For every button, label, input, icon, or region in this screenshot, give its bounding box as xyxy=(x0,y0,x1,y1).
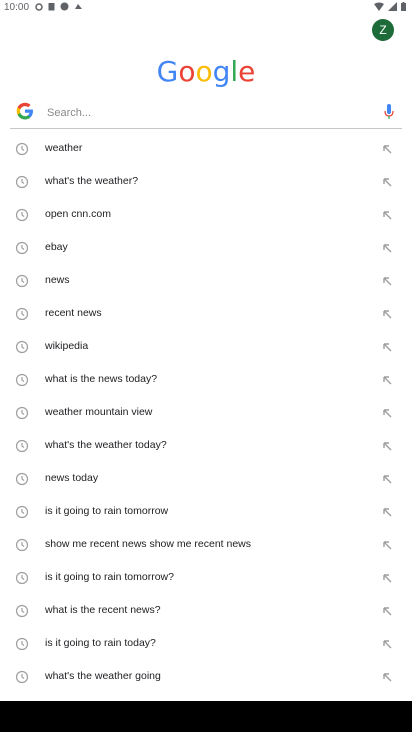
account-avatar[interactable]: Z xyxy=(372,19,394,41)
history-clock-icon xyxy=(15,406,29,420)
settings-notification-icon xyxy=(35,2,43,11)
suggestion-item[interactable]: is it going to rain today? xyxy=(0,628,412,661)
status-bar: 10:00 xyxy=(0,0,412,16)
logo-letter: l xyxy=(230,55,239,88)
history-clock-icon xyxy=(15,175,29,189)
arrow-up-left-icon[interactable] xyxy=(380,406,394,420)
history-clock-icon xyxy=(15,340,29,354)
suggestion-label: is it going to rain today? xyxy=(45,637,156,649)
suggestion-label: what is the news today? xyxy=(45,373,158,385)
suggestion-label: recent news xyxy=(45,307,102,319)
suggestion-label: what's the weather going xyxy=(45,670,161,682)
suggestion-item[interactable]: ebay xyxy=(0,232,412,265)
suggestion-item[interactable]: what's the weather going xyxy=(0,661,412,694)
suggestion-label: open cnn.com xyxy=(45,208,111,220)
history-clock-icon xyxy=(15,538,29,552)
history-clock-icon xyxy=(15,439,29,453)
history-clock-icon xyxy=(15,571,29,585)
suggestion-label: is it going to rain tomorrow? xyxy=(45,571,174,583)
arrow-up-left-icon[interactable] xyxy=(380,604,394,618)
suggestion-label: show me recent news show me recent news xyxy=(45,538,252,550)
arrow-up-left-icon[interactable] xyxy=(380,142,394,156)
system-icons xyxy=(374,2,406,11)
suggestion-item[interactable]: wikipedia xyxy=(0,331,412,364)
arrow-up-left-icon[interactable] xyxy=(380,274,394,288)
clipboard-notification-icon xyxy=(48,3,55,11)
arrow-up-left-icon[interactable] xyxy=(380,637,394,651)
google-logo: Google xyxy=(0,55,412,88)
history-clock-icon xyxy=(15,505,29,519)
logo-letter: e xyxy=(238,55,256,88)
history-clock-icon xyxy=(15,208,29,222)
arrow-up-left-icon[interactable] xyxy=(380,538,394,552)
suggestion-label: weather mountain view xyxy=(45,406,153,418)
suggestion-label: what is the recent news? xyxy=(45,604,161,616)
suggestion-label: ebay xyxy=(45,241,68,253)
suggestion-label: news xyxy=(45,274,70,286)
arrow-up-left-icon[interactable] xyxy=(380,307,394,321)
suggestion-item[interactable]: is it going to rain tomorrow xyxy=(0,496,412,529)
notification-icons xyxy=(35,2,83,11)
arrow-up-left-icon[interactable] xyxy=(380,241,394,255)
history-clock-icon xyxy=(15,637,29,651)
history-clock-icon xyxy=(15,274,29,288)
arrow-up-left-icon[interactable] xyxy=(380,208,394,222)
suggestion-item[interactable]: what's the weather? xyxy=(0,166,412,199)
suggestion-item[interactable]: show me recent news show me recent news xyxy=(0,529,412,562)
search-input[interactable] xyxy=(45,100,369,126)
suggestion-item[interactable]: weather mountain view xyxy=(0,397,412,430)
logo-letter: g xyxy=(212,55,231,88)
suggestion-list: weather what's the weather? open cnn.com… xyxy=(0,133,412,694)
suggestion-item[interactable]: open cnn.com xyxy=(0,199,412,232)
suggestion-label: news today xyxy=(45,472,99,484)
cloud-notification-icon xyxy=(75,4,82,9)
suggestion-label: what's the weather? xyxy=(45,175,139,187)
suggestion-label: is it going to rain tomorrow xyxy=(45,505,169,517)
suggestion-item[interactable]: news xyxy=(0,265,412,298)
history-clock-icon xyxy=(15,670,29,684)
signal-icon xyxy=(388,2,397,11)
suggestion-item[interactable]: what is the news today? xyxy=(0,364,412,397)
suggestion-item[interactable]: what is the recent news? xyxy=(0,595,412,628)
battery-icon xyxy=(401,2,406,11)
arrow-up-left-icon[interactable] xyxy=(380,571,394,585)
wifi-icon xyxy=(374,2,384,11)
arrow-up-left-icon[interactable] xyxy=(380,670,394,684)
history-clock-icon xyxy=(15,604,29,618)
suggestion-item[interactable]: what's the weather today? xyxy=(0,430,412,463)
arrow-up-left-icon[interactable] xyxy=(380,373,394,387)
arrow-up-left-icon[interactable] xyxy=(380,340,394,354)
google-g-icon xyxy=(16,102,33,120)
suggestion-label: wikipedia xyxy=(45,340,89,352)
arrow-up-left-icon[interactable] xyxy=(380,472,394,486)
history-clock-icon xyxy=(15,472,29,486)
logo-letter: o xyxy=(178,55,196,88)
suggestion-label: what's the weather today? xyxy=(45,439,167,451)
suggestion-label: weather xyxy=(45,142,83,154)
suggestion-item[interactable]: is it going to rain tomorrow? xyxy=(0,562,412,595)
face-notification-icon xyxy=(60,2,69,11)
suggestion-item[interactable]: weather xyxy=(0,133,412,166)
suggestion-item[interactable]: recent news xyxy=(0,298,412,331)
history-clock-icon xyxy=(15,307,29,321)
arrow-up-left-icon[interactable] xyxy=(380,505,394,519)
logo-letter: G xyxy=(156,55,179,88)
navigation-bar xyxy=(0,701,412,732)
logo-letter: o xyxy=(195,55,213,88)
arrow-up-left-icon[interactable] xyxy=(380,439,394,453)
history-clock-icon xyxy=(15,373,29,387)
history-clock-icon xyxy=(15,241,29,255)
arrow-up-left-icon[interactable] xyxy=(380,175,394,189)
search-bar[interactable] xyxy=(10,96,402,129)
suggestion-item[interactable]: news today xyxy=(0,463,412,496)
history-clock-icon xyxy=(15,142,29,156)
status-time: 10:00 xyxy=(4,2,30,13)
microphone-icon[interactable] xyxy=(384,104,394,120)
